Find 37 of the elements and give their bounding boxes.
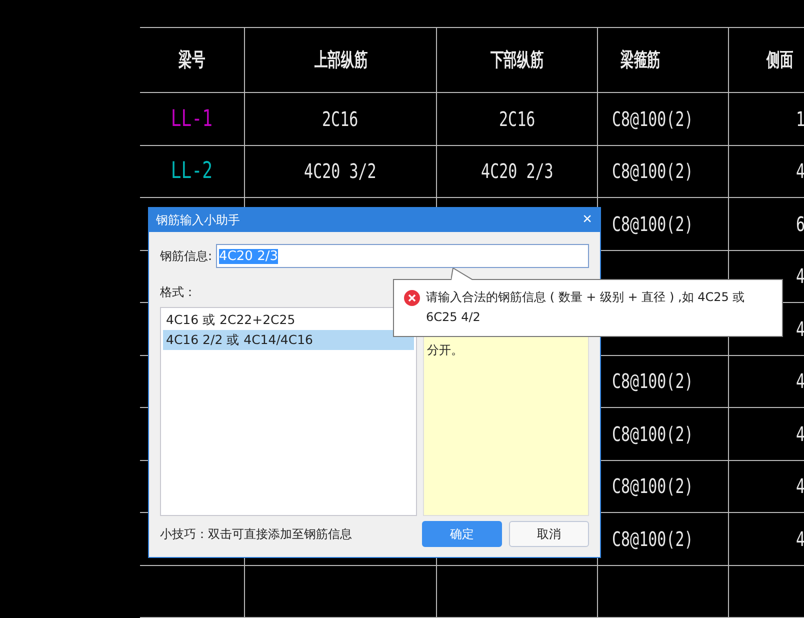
table-cell: 4C20 3/2: [304, 159, 377, 184]
format-label: 格式：: [160, 284, 196, 300]
table-cell: 4: [796, 264, 804, 288]
table-cell: 2C16: [322, 106, 359, 131]
table-cell: 4: [796, 526, 804, 551]
table-cell: 6: [796, 212, 804, 236]
table-cell: C8@100(2): [612, 369, 694, 394]
table-cell: C8@100(2): [612, 526, 694, 551]
beam-label: LL-2: [171, 158, 213, 184]
table-cell: 2C16: [498, 106, 536, 131]
field-label: 钢筋信息:: [160, 248, 212, 264]
error-icon: [404, 290, 420, 306]
table-cell: 4: [796, 422, 804, 446]
description-text: 分开。: [427, 342, 464, 359]
list-item[interactable]: 4C16 2/2 或 4C14/4C16: [163, 330, 414, 350]
close-button[interactable]: ×: [580, 212, 594, 228]
column-header: 梁箍筋: [620, 48, 660, 73]
table-cell: 1: [796, 106, 804, 131]
error-message: 请输入合法的钢筋信息 ( 数量 + 级别 + 直径 ) ,如 4C25 或 6C25 4/2: [426, 289, 746, 326]
table-cell: 4: [796, 316, 804, 341]
table-cell: 4C20 2/3: [480, 159, 554, 184]
table-cell: 4: [796, 159, 804, 184]
column-header: 下部纵筋: [490, 48, 544, 73]
beam-label: LL-1: [171, 106, 213, 132]
table-cell: C8@100(2): [612, 159, 694, 184]
column-header: 梁号: [178, 48, 206, 73]
cancel-button[interactable]: 取消: [509, 521, 589, 547]
table-cell: C8@100(2): [612, 212, 694, 236]
table-cell: C8@100(2): [612, 106, 694, 131]
column-header: 侧面: [766, 49, 794, 73]
table-cell: C8@100(2): [612, 474, 694, 498]
column-header: 上部纵筋: [314, 48, 368, 73]
dialog-title: 钢筋输入小助手: [156, 212, 240, 228]
table-cell: C8@100(2): [612, 422, 694, 446]
tip-text: 小技巧：双击可直接添加至钢筋信息: [160, 526, 353, 542]
table-cell: 4: [796, 474, 804, 498]
table-cell: 4: [796, 369, 804, 394]
